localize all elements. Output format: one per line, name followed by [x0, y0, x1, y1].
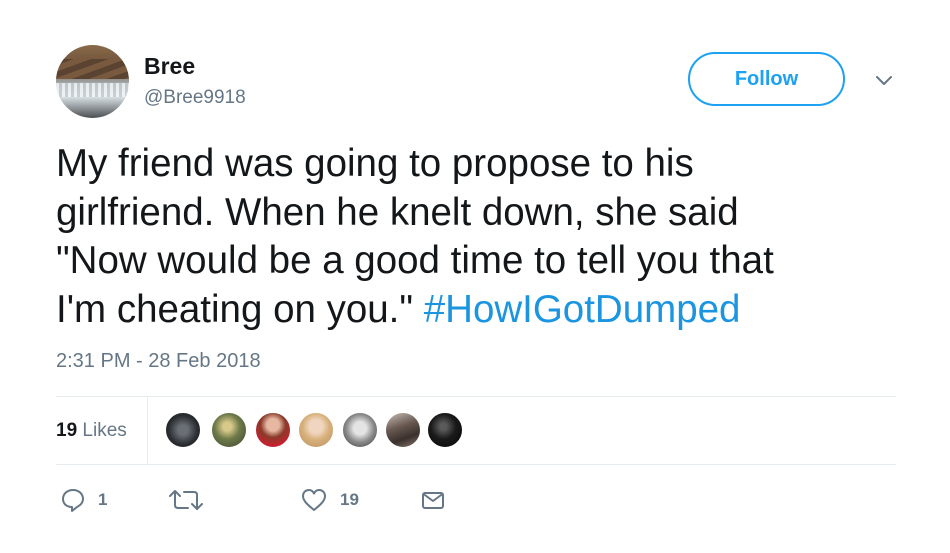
tweet-text-line: I'm cheating on you." #HowIGotDumped	[56, 286, 916, 335]
author-avatar[interactable]	[56, 45, 129, 118]
avatar-water-texture	[56, 83, 129, 97]
tweet-text-line: "Now would be a good time to tell you th…	[56, 239, 774, 282]
liker-avatar[interactable]	[164, 411, 202, 449]
liker-avatar[interactable]	[341, 411, 379, 449]
avatar-rock-texture	[56, 59, 129, 79]
divider	[147, 397, 148, 464]
tweet-text-line: girlfriend. When he knelt down, she said	[56, 190, 739, 234]
tweet-text: My friend was going to propose to his gi…	[56, 140, 916, 334]
heart-icon	[302, 489, 326, 511]
retweet-icon	[169, 490, 203, 510]
divider	[56, 396, 896, 397]
tweet-text-line-body: I'm cheating on you."	[56, 287, 424, 331]
like-count: 19	[340, 490, 359, 509]
likes-summary[interactable]: 19 Likes	[56, 420, 127, 442]
liker-avatar[interactable]	[210, 411, 248, 449]
liker-avatar[interactable]	[297, 411, 335, 449]
envelope-icon	[422, 492, 444, 509]
like-button[interactable]: 19	[300, 487, 359, 513]
direct-message-button[interactable]	[420, 487, 446, 513]
divider	[56, 464, 896, 465]
reply-count: 1	[98, 490, 108, 509]
likes-label: Likes	[82, 420, 127, 441]
reply-button[interactable]: 1	[60, 487, 107, 513]
author-name[interactable]: Bree	[144, 53, 195, 80]
liker-avatar[interactable]	[384, 411, 422, 449]
liker-avatar[interactable]	[254, 411, 292, 449]
tweet-text-line: My friend was going to propose to his	[56, 142, 694, 185]
likes-count: 19	[56, 420, 78, 441]
author-handle[interactable]: @Bree9918	[144, 87, 246, 109]
hashtag-link[interactable]: #HowIGotDumped	[424, 288, 741, 331]
tweet-timestamp[interactable]: 2:31 PM - 28 Feb 2018	[56, 350, 261, 373]
chevron-down-icon[interactable]	[872, 68, 896, 92]
reply-icon	[62, 489, 84, 512]
retweet-button[interactable]	[164, 487, 208, 513]
follow-button[interactable]: Follow	[688, 52, 845, 106]
liker-avatar[interactable]	[426, 411, 464, 449]
